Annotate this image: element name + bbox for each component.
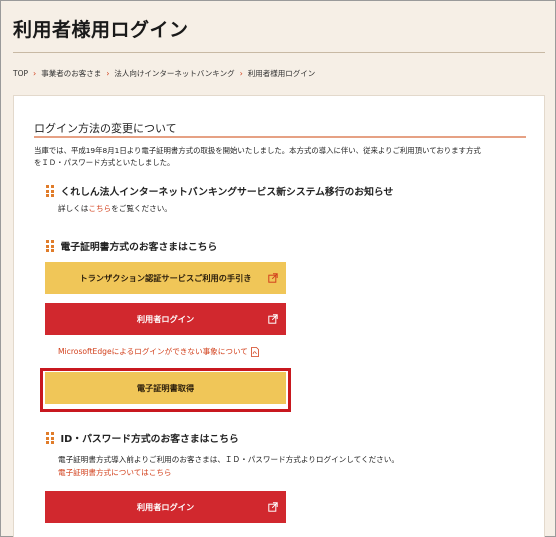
id-text: 電子証明書方式導入前よりご利用のお客さまは、ＩＤ・パスワード方式よりログインして… bbox=[58, 455, 399, 464]
breadcrumb-item-current: 利用者様用ログイン bbox=[247, 69, 316, 78]
edge-issue-label: MicrosoftEdgeによるログインができない事象について bbox=[58, 347, 248, 356]
section-divider bbox=[34, 136, 526, 138]
external-link-icon bbox=[268, 273, 278, 283]
cert-acquire-label: 電子証明書取得 bbox=[136, 383, 195, 393]
chevron-right-icon: › bbox=[239, 69, 243, 78]
edge-issue-link[interactable]: MicrosoftEdgeによるログインができない事象について bbox=[58, 346, 259, 357]
news-heading-text: くれしん法人インターネットバンキングサービス新システム移行のお知らせ bbox=[60, 187, 394, 198]
external-link-icon bbox=[268, 314, 278, 324]
breadcrumb: TOP › 事業者のお客さま › 法人向けインターネットバンキング › 利用者様… bbox=[13, 68, 315, 79]
cert-heading-text: 電子証明書方式のお客さまはこちら bbox=[60, 242, 218, 253]
notice-line-2: をＩＤ・パスワード方式といたしました。 bbox=[34, 158, 175, 167]
id-heading: ID・パスワード方式のお客さまはこちら bbox=[46, 431, 239, 445]
square-dots-icon bbox=[46, 432, 54, 444]
notice-text: 当庫では、平成19年8月1日より電子証明書方式の取扱を開始いたしました。本方式の… bbox=[34, 145, 524, 169]
chevron-right-icon: › bbox=[106, 69, 110, 78]
news-link[interactable]: こちら bbox=[88, 204, 111, 213]
news-text-before: 詳しくは bbox=[58, 204, 89, 213]
transaction-guide-button[interactable]: トランザクション認証サービスご利用の手引き bbox=[45, 262, 286, 294]
title-divider bbox=[13, 52, 545, 53]
cert-acquire-button[interactable]: 電子証明書取得 bbox=[45, 372, 286, 404]
external-link-icon bbox=[268, 502, 278, 512]
content-card: ログイン方法の変更について 当庫では、平成19年8月1日より電子証明書方式の取扱… bbox=[13, 95, 545, 537]
cert-info-link[interactable]: 電子証明書方式についてはこちら bbox=[58, 467, 172, 478]
cert-login-label: 利用者ログイン bbox=[136, 314, 195, 324]
news-text: 詳しくはこちらをご覧ください。 bbox=[58, 203, 172, 214]
page-title: 利用者様用ログイン bbox=[13, 19, 189, 41]
section-title: ログイン方法の変更について bbox=[34, 122, 177, 135]
id-login-button[interactable]: 利用者ログイン bbox=[45, 491, 286, 523]
news-text-after: をご覧ください。 bbox=[111, 204, 172, 213]
breadcrumb-item-business[interactable]: 事業者のお客さま bbox=[41, 68, 101, 79]
chevron-right-icon: › bbox=[33, 69, 37, 78]
notice-line-1: 当庫では、平成19年8月1日より電子証明書方式の取扱を開始いたしました。本方式の… bbox=[34, 146, 481, 155]
cert-login-button[interactable]: 利用者ログイン bbox=[45, 303, 286, 335]
breadcrumb-item-corporate-ib[interactable]: 法人向けインターネットバンキング bbox=[114, 68, 234, 79]
pdf-icon bbox=[251, 346, 259, 357]
news-heading: くれしん法人インターネットバンキングサービス新システム移行のお知らせ bbox=[46, 184, 393, 198]
transaction-guide-label: トランザクション認証サービスご利用の手引き bbox=[79, 273, 252, 283]
breadcrumb-item-top[interactable]: TOP bbox=[13, 69, 28, 78]
cert-heading: 電子証明書方式のお客さまはこちら bbox=[46, 239, 217, 253]
id-heading-text: ID・パスワード方式のお客さまはこちら bbox=[60, 434, 239, 445]
id-login-label: 利用者ログイン bbox=[136, 502, 195, 512]
square-dots-icon bbox=[46, 240, 54, 252]
square-dots-icon bbox=[46, 185, 54, 197]
